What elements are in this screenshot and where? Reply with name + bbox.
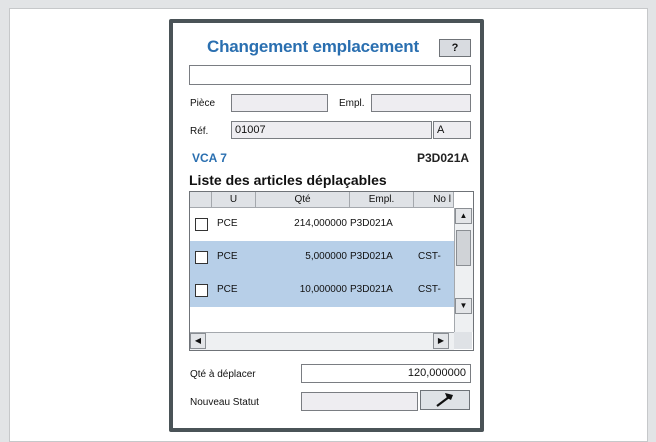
piece-field[interactable] — [231, 94, 328, 112]
ref-field[interactable]: 01007 — [231, 121, 432, 139]
device-frame: Changement emplacement ? Pièce Empl. Réf… — [169, 19, 484, 432]
scrollbar-corner — [454, 332, 472, 349]
cell-empl: P3D021A — [350, 251, 393, 262]
column-header-no[interactable]: No l — [414, 192, 454, 208]
cell-empl: P3D021A — [350, 218, 393, 229]
cell-qty: 10,000000 — [299, 284, 347, 295]
scroll-down-icon[interactable]: ▼ — [455, 298, 472, 314]
status-field[interactable] — [301, 392, 418, 411]
cell-qty: 214,000000 — [294, 218, 347, 229]
empl-label: Empl. — [339, 98, 365, 109]
hammer-icon — [436, 393, 453, 407]
column-header-empl[interactable]: Empl. — [350, 192, 414, 208]
cell-unit: PCE — [217, 251, 238, 262]
table-row[interactable]: PCE 10,000000 P3D021A CST- — [190, 274, 454, 307]
scan-input[interactable] — [189, 65, 471, 85]
cell-extra: CST- — [418, 251, 441, 262]
cell-empl: P3D021A — [350, 284, 393, 295]
grid-header: U Qté Empl. No l — [190, 192, 454, 208]
table-row[interactable]: PCE 214,000000 P3D021A — [190, 208, 454, 241]
ref-label: Réf. — [190, 126, 209, 137]
column-header-qty[interactable]: Qté — [256, 192, 350, 208]
row-checkbox[interactable] — [195, 284, 208, 297]
table-row[interactable]: PCE 5,000000 P3D021A CST- — [190, 241, 454, 274]
cell-unit: PCE — [217, 284, 238, 295]
row-checkbox[interactable] — [195, 251, 208, 264]
cell-qty: 5,000000 — [305, 251, 347, 262]
cell-unit: PCE — [217, 218, 238, 229]
page-title: Changement emplacement — [207, 37, 419, 56]
piece-label: Pièce — [190, 98, 216, 109]
qty-input[interactable]: 120,000000 — [301, 364, 471, 383]
scroll-up-icon[interactable]: ▲ — [455, 208, 472, 224]
scroll-thumb[interactable] — [456, 230, 471, 266]
scroll-left-icon[interactable]: ◀ — [190, 333, 206, 349]
vertical-scrollbar[interactable]: ▲ ▼ — [454, 208, 473, 332]
ref-suffix-field[interactable]: A — [433, 121, 471, 139]
column-header-unit[interactable]: U — [212, 192, 256, 208]
row-checkbox[interactable] — [195, 218, 208, 231]
vca-label: VCA 7 — [192, 151, 227, 165]
help-button[interactable]: ? — [439, 39, 471, 57]
horizontal-scrollbar[interactable]: ◀ ▶ — [190, 332, 454, 350]
column-header-select — [190, 192, 212, 208]
list-title: Liste des articles déplaçables — [189, 172, 387, 188]
device-screen: Changement emplacement ? Pièce Empl. Réf… — [173, 23, 480, 428]
location-code: P3D021A — [417, 151, 470, 165]
scroll-right-icon[interactable]: ▶ — [433, 333, 449, 349]
qty-label: Qté à déplacer — [190, 369, 256, 380]
empl-field[interactable] — [371, 94, 471, 112]
cell-extra: CST- — [418, 284, 441, 295]
articles-grid: U Qté Empl. No l PCE 214,000000 P3D021A … — [189, 191, 474, 351]
status-picker-button[interactable] — [420, 390, 470, 410]
status-label: Nouveau Statut — [190, 397, 259, 408]
